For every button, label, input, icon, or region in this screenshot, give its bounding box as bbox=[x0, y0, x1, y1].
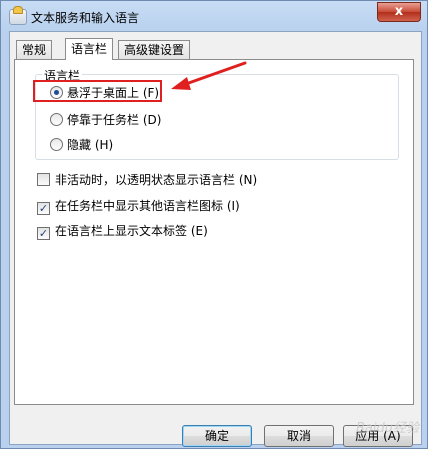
watermark-logo: Baidu经验 bbox=[356, 421, 419, 436]
checkbox-checked[interactable]: ✓ bbox=[37, 227, 50, 240]
radio-dock-in-taskbar[interactable]: 停靠于任务栏 (D) bbox=[50, 112, 161, 128]
radio-label: 悬浮于桌面上 (F) bbox=[67, 86, 160, 100]
radio-float-on-desktop[interactable]: 悬浮于桌面上 (F) bbox=[50, 85, 159, 101]
cancel-button[interactable]: 取消 bbox=[264, 425, 334, 447]
radio-hidden[interactable]: 隐藏 (H) bbox=[50, 137, 113, 153]
tab-advanced-key-settings[interactable]: 高级键设置 bbox=[118, 40, 191, 59]
radio-label: 隐藏 (H) bbox=[67, 138, 114, 152]
check-label: 在任务栏中显示其他语言栏图标 (I) bbox=[55, 199, 240, 213]
group-title: 语言栏 bbox=[42, 67, 83, 84]
window-title: 文本服务和输入语言 bbox=[31, 11, 140, 25]
ok-button[interactable]: 确定 bbox=[182, 425, 252, 447]
dialog-window: 文本服务和输入语言 x 常规 语言栏 高级键设置 语言栏 悬浮于桌面上 (F) … bbox=[0, 0, 428, 449]
check-transparent-inactive[interactable]: 非活动时，以透明状态显示语言栏 (N) bbox=[37, 172, 257, 188]
radio-button[interactable] bbox=[50, 138, 63, 151]
keyboard-icon bbox=[9, 6, 27, 25]
tab-panel: 语言栏 悬浮于桌面上 (F) 停靠于任务栏 (D) 隐藏 (H) 非活动时，以透… bbox=[14, 59, 414, 405]
close-button[interactable]: x bbox=[377, 2, 421, 22]
radio-button-selected[interactable] bbox=[50, 86, 63, 99]
title-bar[interactable]: 文本服务和输入语言 x bbox=[1, 1, 427, 31]
check-show-text-labels[interactable]: ✓ 在语言栏上显示文本标签 (E) bbox=[37, 223, 208, 240]
tab-general[interactable]: 常规 bbox=[16, 40, 53, 59]
annotation-arrow-icon bbox=[171, 61, 247, 90]
check-label: 非活动时，以透明状态显示语言栏 (N) bbox=[55, 173, 258, 187]
checkbox[interactable] bbox=[37, 173, 50, 186]
check-show-taskbar-icons[interactable]: ✓ 在任务栏中显示其他语言栏图标 (I) bbox=[37, 198, 240, 215]
checkbox-checked[interactable]: ✓ bbox=[37, 202, 50, 215]
radio-label: 停靠于任务栏 (D) bbox=[67, 113, 162, 127]
check-label: 在语言栏上显示文本标签 (E) bbox=[55, 224, 208, 238]
radio-button[interactable] bbox=[50, 113, 63, 126]
tab-language-bar[interactable]: 语言栏 bbox=[65, 38, 114, 60]
